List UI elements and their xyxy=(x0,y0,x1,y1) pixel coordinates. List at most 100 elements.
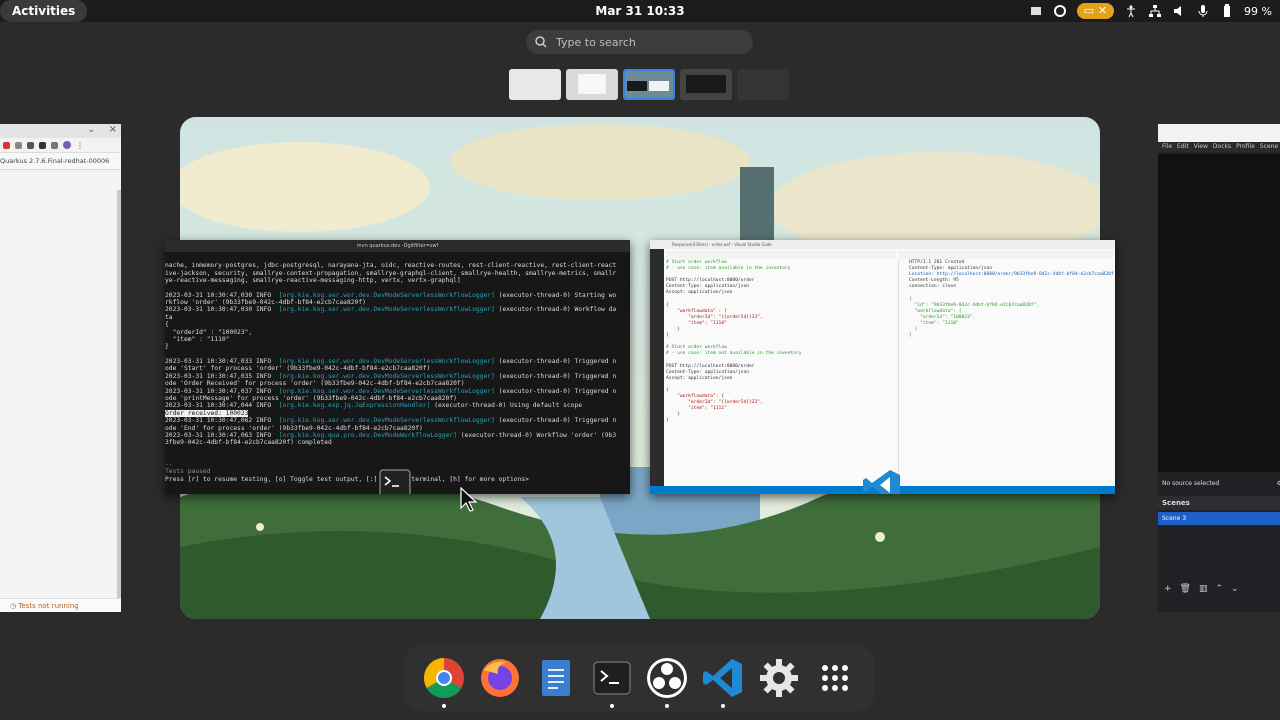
log-line: ode 'End' for process 'order' (9b33fbe9-… xyxy=(165,424,423,432)
filter-icon[interactable]: ▥ xyxy=(1199,584,1208,594)
app-grid-icon xyxy=(822,665,848,691)
log-line: ode 'Order Received' for process 'order'… xyxy=(165,380,465,388)
notification-icon[interactable] xyxy=(1029,4,1043,18)
log-line: 2023-03-31 10:30:47,030 INFO [org.kie.ko… xyxy=(165,306,617,314)
top-bar: Activities Mar 31 10:33 ▭ ✕ 99 % xyxy=(0,0,1280,22)
terminal-title: mvn quarkus:dev -Dgitfilter=swf xyxy=(356,243,439,249)
dock-obs[interactable] xyxy=(645,656,689,708)
terminal-titlebar: mvn quarkus:dev -Dgitfilter=swf xyxy=(165,240,630,252)
obs-menu-bar: File Edit View Docks Profile Scene xyxy=(1158,142,1280,152)
network-icon[interactable] xyxy=(1148,4,1162,18)
menu-file[interactable]: File xyxy=(1162,142,1172,152)
scrollbar[interactable] xyxy=(117,190,121,598)
http-response-panel[interactable]: HTTP/1.1 201 Created Content-Type: appli… xyxy=(898,260,1114,484)
menu-view[interactable]: View xyxy=(1194,142,1208,152)
chevron-up-icon[interactable]: ⌃ xyxy=(1216,584,1224,594)
text-editor-icon xyxy=(541,660,570,696)
terminal-line: ive-jackson, security, smallrye-context-… xyxy=(165,269,617,277)
log-line: 2023-03-31 10:30:47,037 INFO [org.kie.ko… xyxy=(165,387,617,395)
firefox-icon xyxy=(480,659,519,697)
log-line: "item" : "1110" xyxy=(165,336,230,344)
log-line: 2023-03-31 10:30:47,033 INFO [org.kie.ko… xyxy=(165,357,617,365)
accessibility-icon[interactable] xyxy=(1124,4,1138,18)
sidebar-icon[interactable] xyxy=(51,141,58,149)
log-line: "orderId" : "100023", xyxy=(165,328,253,336)
dock-vscode[interactable] xyxy=(701,656,745,708)
close-icon[interactable]: × xyxy=(109,124,117,135)
vscode-window[interactable]: Response(430ms) - order.wsf - Visual Stu… xyxy=(650,240,1115,494)
vscode-titlebar: Response(430ms) - order.wsf - Visual Stu… xyxy=(650,240,1115,249)
battery-icon[interactable] xyxy=(1220,4,1234,18)
battery-percent[interactable]: 99 % xyxy=(1244,5,1272,18)
menu-edit[interactable]: Edit xyxy=(1177,142,1189,152)
terminal-output[interactable]: nache, inmemory-postgres, jdbc-postgresq… xyxy=(165,252,630,483)
scene-controls: + 🗑 ▥ ⌃ ⌄ xyxy=(1164,584,1239,594)
vscode-icon xyxy=(703,659,743,697)
dock-settings[interactable] xyxy=(757,656,801,700)
dock-app-grid[interactable] xyxy=(813,656,857,700)
search-box[interactable] xyxy=(526,30,753,54)
tests-status-bar[interactable]: ◷ Tests not running xyxy=(0,598,121,612)
close-icon[interactable]: ✕ xyxy=(1098,4,1107,17)
log-line: 2023-03-31 10:30:47,063 INFO [org.kie.ko… xyxy=(165,431,617,439)
workspace-thumbnail-1[interactable] xyxy=(509,69,561,100)
tests-status-text: Tests not running xyxy=(18,602,79,610)
dock-firefox[interactable] xyxy=(478,656,522,700)
search-input[interactable] xyxy=(550,34,753,50)
chevron-down-icon[interactable]: ⌄ xyxy=(87,125,95,135)
dock-terminal[interactable] xyxy=(590,656,634,708)
terminal-line: ye-reactive-messaging, smallrye-reactive… xyxy=(165,277,461,285)
extension-icon[interactable] xyxy=(27,141,34,149)
workspace-thumbnail-4[interactable] xyxy=(680,69,732,100)
dock-text-editor[interactable] xyxy=(534,656,578,700)
log-line: rkflow 'order' (9b33fbe9-042c-4dbf-bf84-… xyxy=(165,299,366,307)
obs-preview xyxy=(1158,154,1280,472)
menu-profile[interactable]: Profile xyxy=(1236,142,1255,152)
no-source-label: No source selected ⚙ xyxy=(1158,478,1280,490)
terminal-app-icon xyxy=(379,469,411,494)
terminal-line: nache, inmemory-postgres, jdbc-postgresq… xyxy=(165,262,617,270)
volume-icon[interactable] xyxy=(1172,4,1186,18)
workspace-thumbnail-3[interactable] xyxy=(623,69,675,100)
terminal-window[interactable]: mvn quarkus:dev -Dgitfilter=swf nache, i… xyxy=(165,240,630,494)
activities-button[interactable]: Activities xyxy=(0,0,88,22)
screen-share-indicator[interactable]: ▭ ✕ xyxy=(1076,3,1115,19)
workspace-switcher xyxy=(509,69,789,100)
workspace-thumbnail-2[interactable] xyxy=(566,69,618,100)
extension-icon[interactable] xyxy=(39,141,46,149)
extension-icon[interactable] xyxy=(3,141,10,149)
more-menu-icon[interactable]: ⋮ xyxy=(76,141,84,150)
terminal-icon xyxy=(593,661,630,695)
browser-toolbar: ⋮ xyxy=(0,138,121,153)
obs-tray-icon[interactable] xyxy=(1053,4,1067,18)
scene-list-item[interactable]: Scene 3 xyxy=(1158,512,1280,525)
log-line: ode 'Start' for process 'order' (9b33fbe… xyxy=(165,365,431,373)
search-icon xyxy=(535,36,547,48)
selected-text[interactable]: Order received: 100023 xyxy=(165,409,249,417)
shield-icon[interactable] xyxy=(15,141,22,149)
gear-icon[interactable]: ⚙ xyxy=(1277,478,1280,490)
right-workspace-obs-window[interactable]: File Edit View Docks Profile Scene No so… xyxy=(1158,124,1280,612)
menu-docks[interactable]: Docks xyxy=(1213,142,1231,152)
log-line: 2023-03-31 10:30:47,035 INFO [org.kie.ko… xyxy=(165,372,617,380)
dock xyxy=(404,645,875,711)
add-icon[interactable]: + xyxy=(1164,584,1172,594)
chevron-down-icon[interactable]: ⌄ xyxy=(1231,584,1239,594)
dock-chrome[interactable] xyxy=(422,656,466,708)
settings-icon xyxy=(760,659,799,697)
log-line: 2023-03-31 10:30:47,062 INFO [org.kie.ko… xyxy=(165,417,617,425)
mouse-cursor-icon xyxy=(460,487,478,512)
microphone-icon[interactable] xyxy=(1196,4,1210,18)
avatar[interactable] xyxy=(63,141,71,149)
left-workspace-browser-window[interactable]: ⌄ × ⋮ Quarkus 2.7.6.Final-redhat-00006 ◷… xyxy=(0,124,121,612)
http-request-editor[interactable]: # Start order workflow # - use case: ite… xyxy=(666,260,896,484)
trash-icon[interactable]: 🗑 xyxy=(1180,584,1191,594)
menu-scene-collection[interactable]: Scene xyxy=(1260,142,1278,152)
vscode-response-tabs[interactable] xyxy=(898,251,1113,259)
vscode-editor-tabs[interactable] xyxy=(666,251,896,259)
vscode-app-icon xyxy=(863,470,900,494)
log-line: 2023-03-31 10:30:47,030 INFO [org.kie.ko… xyxy=(165,291,617,299)
log-line: -- xyxy=(165,460,173,468)
workspace-thumbnail-5[interactable] xyxy=(737,69,789,100)
running-indicator xyxy=(609,704,614,708)
